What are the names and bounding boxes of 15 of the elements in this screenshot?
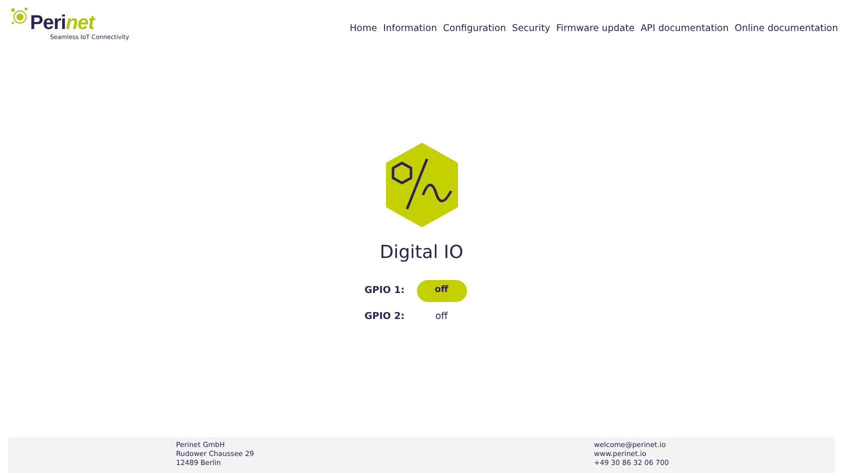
gpio-label: GPIO 2: (364, 310, 406, 324)
dots-logo-icon (10, 6, 30, 26)
nav-link[interactable]: Online documentation (734, 22, 838, 36)
gpio-label: GPIO 1: (364, 284, 406, 298)
digital-io-icon (384, 143, 460, 227)
nav-link[interactable]: API documentation (640, 22, 729, 36)
nav-link[interactable]: Security (512, 22, 550, 36)
nav-link[interactable]: Firmware update (556, 22, 635, 36)
logo-text[interactable]: Perinet (30, 12, 130, 34)
nav-link[interactable]: Information (383, 22, 437, 36)
page-title: Digital IO (380, 241, 464, 265)
nav-link[interactable]: Configuration (442, 22, 506, 36)
toggle-button[interactable]: off (416, 280, 466, 302)
nav-link[interactable]: Home (350, 22, 378, 36)
gpio-value: off (434, 310, 449, 324)
